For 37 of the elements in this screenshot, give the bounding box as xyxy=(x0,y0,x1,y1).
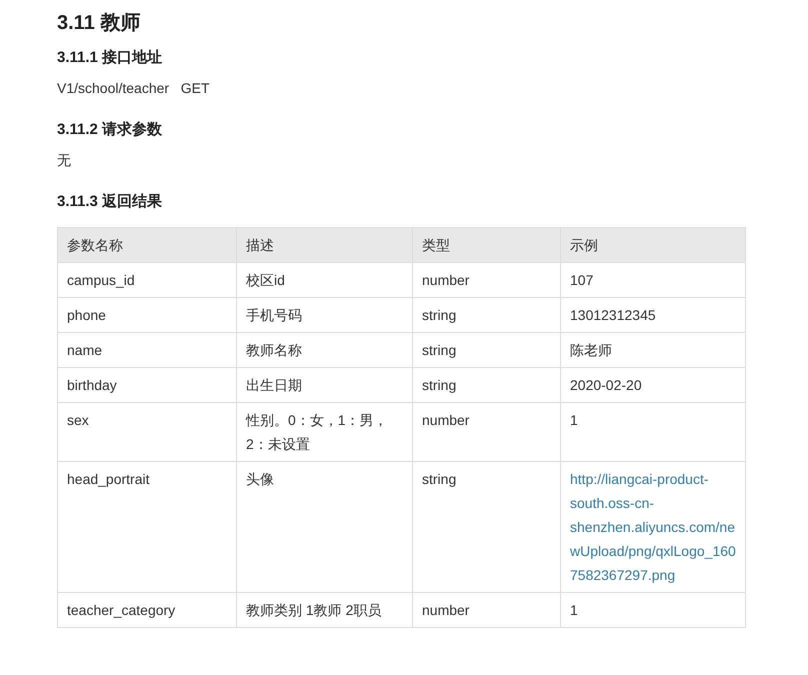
section-text: 无 xyxy=(57,151,72,170)
table-cell: 教师类别 1教师 2职员 xyxy=(236,592,412,628)
table-cell: 校区id xyxy=(236,262,412,298)
table-cell: number xyxy=(412,402,560,462)
page-title: 3.11 教师 xyxy=(57,11,142,36)
table-cell: 13012312345 xyxy=(560,298,746,332)
table-cell: number xyxy=(412,592,560,628)
section-heading: 3.11.1 接口地址 xyxy=(57,48,164,68)
table-cell: teacher_category xyxy=(58,592,236,628)
table-cell: string xyxy=(412,368,560,402)
table-cell: campus_id xyxy=(58,262,236,298)
table-cell: 2020-02-20 xyxy=(560,368,746,402)
table-cell: 手机号码 xyxy=(236,298,412,332)
section-heading: 3.11.2 请求参数 xyxy=(57,120,164,140)
table-cell: 1 xyxy=(560,592,746,628)
section-text: V1/school/teacher GET xyxy=(57,79,211,98)
column-header: 示例 xyxy=(560,228,746,262)
table-cell: head_portrait xyxy=(58,462,236,592)
table-cell: 1 xyxy=(560,402,746,462)
table-cell: 陈老师 xyxy=(560,332,746,368)
column-header: 类型 xyxy=(412,228,560,262)
table-cell: sex xyxy=(58,402,236,462)
column-header: 描述 xyxy=(236,228,412,262)
table-cell: string xyxy=(412,332,560,368)
table-cell: 出生日期 xyxy=(236,368,412,402)
table-cell: number xyxy=(412,262,560,298)
table-cell: 107 xyxy=(560,262,746,298)
section-heading: 3.11.3 返回结果 xyxy=(57,192,164,212)
table-cell: 教师名称 xyxy=(236,332,412,368)
table-cell: birthday xyxy=(58,368,236,402)
table-cell: string xyxy=(412,462,560,592)
table-cell: string xyxy=(412,298,560,332)
column-header: 参数名称 xyxy=(58,228,236,262)
table-cell: 头像 xyxy=(236,462,412,592)
table-cell: phone xyxy=(58,298,236,332)
table-cell: 性别。0：女，1：男，2：未设置 xyxy=(236,402,412,462)
table-cell: name xyxy=(58,332,236,368)
